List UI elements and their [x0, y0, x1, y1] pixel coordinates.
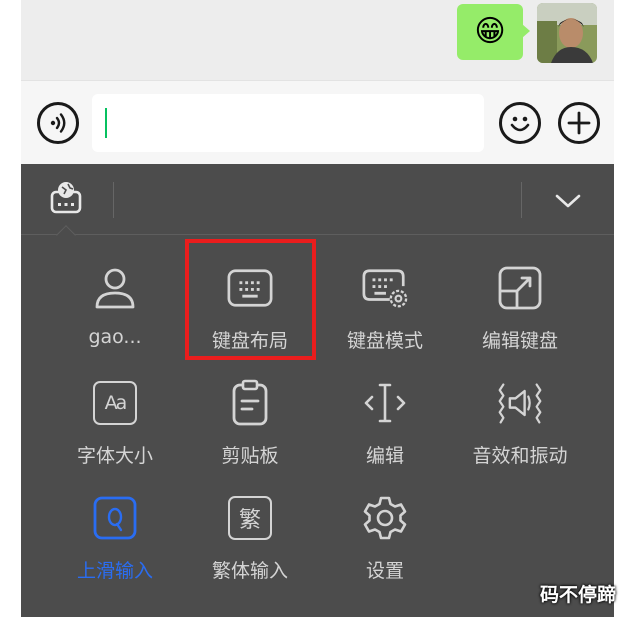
- text-caret: [105, 108, 107, 138]
- tile-label: gao...: [88, 326, 142, 348]
- toolbar-divider: [521, 182, 522, 218]
- tile-sound-vibration[interactable]: 音效和振动: [456, 367, 584, 479]
- traditional-chinese-icon: 繁: [228, 496, 272, 540]
- tile-label: 编辑: [365, 445, 404, 467]
- tile-clipboard[interactable]: 剪贴板: [186, 367, 314, 479]
- tab-pointer: [56, 225, 76, 245]
- tile-label: 设置: [365, 560, 404, 582]
- more-button[interactable]: [558, 102, 600, 144]
- chat-input-bar: [21, 80, 614, 164]
- tile-edit[interactable]: 编辑: [321, 367, 449, 479]
- swipe-input-icon: [93, 496, 137, 540]
- tile-swipe-input[interactable]: 上滑输入: [51, 482, 179, 594]
- tile-account[interactable]: gao...: [51, 252, 179, 364]
- emoji-button[interactable]: [499, 102, 541, 144]
- person-icon: [95, 268, 135, 309]
- avatar-photo: [537, 3, 597, 63]
- toolbar-divider: [113, 182, 114, 218]
- text-cursor-icon: [364, 383, 406, 423]
- collapse-panel-button[interactable]: [552, 190, 584, 212]
- settings-gear-icon: [363, 496, 407, 540]
- edit-keyboard-icon: [498, 266, 542, 310]
- tile-label: 繁体输入: [211, 560, 288, 582]
- voice-input-button[interactable]: [37, 102, 79, 144]
- sound-vibration-icon: [498, 383, 542, 424]
- tile-keyboard-mode[interactable]: 键盘模式: [321, 252, 449, 364]
- keyboard-language-button[interactable]: [49, 178, 83, 216]
- avatar[interactable]: [537, 3, 597, 63]
- chevron-down-icon: [555, 194, 581, 208]
- tile-edit-keyboard[interactable]: 编辑键盘: [456, 252, 584, 364]
- keyboard-top-bar: [21, 164, 614, 245]
- tile-label: 键盘模式: [346, 330, 423, 352]
- tile-label: 音效和振动: [472, 445, 568, 467]
- globe-keyboard-icon: [50, 182, 82, 214]
- tile-font-size[interactable]: Aa 字体大小: [51, 367, 179, 479]
- phone-screen: 😁 gao... 键盘布局 键盘模式 编辑键盘 Aa 字体大小 剪贴板 编辑 音…: [21, 0, 614, 617]
- tile-settings[interactable]: 设置: [321, 482, 449, 594]
- tile-traditional-input[interactable]: 繁 繁体输入: [186, 482, 314, 594]
- tile-label: 剪贴板: [221, 445, 279, 467]
- message-input[interactable]: [92, 94, 484, 152]
- plus-icon: [567, 111, 591, 135]
- smiley-icon: [510, 116, 530, 132]
- voice-icon: [50, 113, 66, 133]
- tile-label: 编辑键盘: [481, 330, 558, 352]
- clipboard-icon: [232, 379, 268, 426]
- font-size-icon: Aa: [93, 381, 137, 425]
- keyboard-settings-icon: [362, 269, 408, 308]
- tile-label: 上滑输入: [76, 560, 153, 582]
- watermark-text: 码不停蹄: [540, 584, 617, 606]
- grinning-emoji: 😁: [474, 14, 506, 49]
- highlight-box: [185, 239, 316, 360]
- sent-message-bubble[interactable]: 😁: [457, 4, 530, 60]
- tile-label: 字体大小: [76, 445, 153, 467]
